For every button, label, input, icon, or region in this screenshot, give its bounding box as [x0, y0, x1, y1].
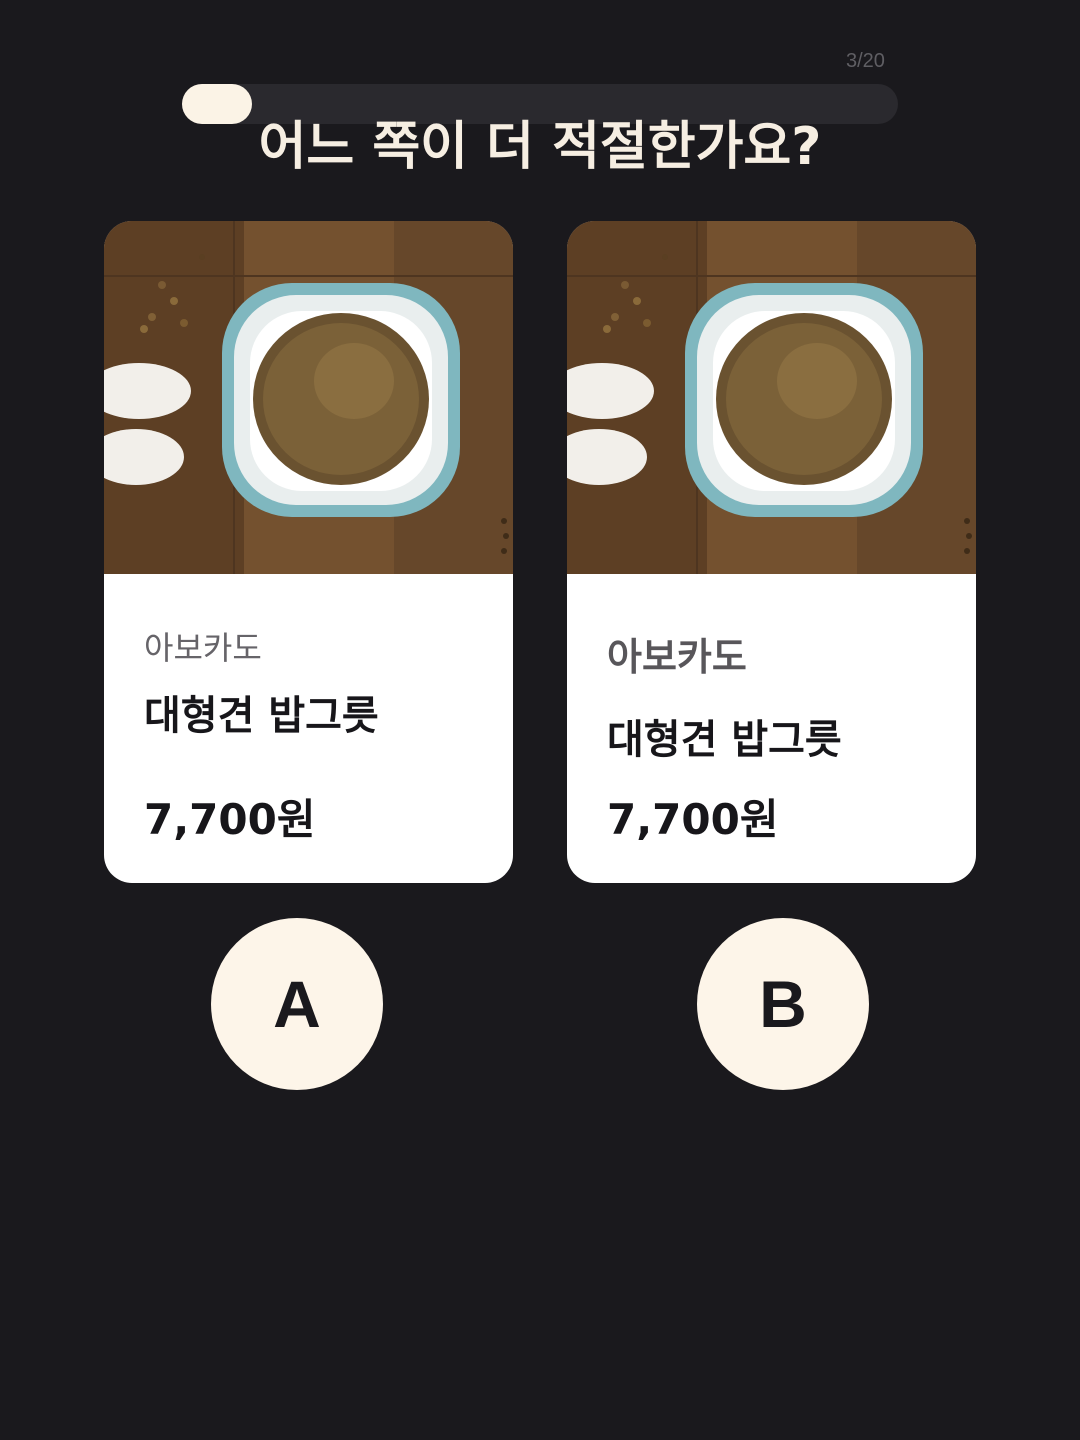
choice-a-button[interactable]: A [211, 918, 383, 1090]
product-name: 대형견 밥그릇 [144, 693, 379, 739]
product-image-a [104, 221, 513, 574]
product-card-a[interactable]: 아보카도 대형견 밥그릇 7,700원 [104, 221, 513, 883]
brand-label: 아보카도 [607, 635, 747, 679]
product-price: 7,700원 [144, 795, 316, 844]
brand-label: 아보카도 [144, 629, 262, 667]
product-card-b[interactable]: 아보카도 대형견 밥그릇 7,700원 [567, 221, 976, 883]
product-price: 7,700원 [607, 795, 779, 844]
progress-counter: 3/20 [846, 50, 885, 72]
choice-b-button[interactable]: B [697, 918, 869, 1090]
product-image-b [567, 221, 976, 574]
product-name: 대형견 밥그릇 [607, 717, 842, 763]
question-title: 어느 쪽이 더 적절한가요? [258, 117, 822, 177]
